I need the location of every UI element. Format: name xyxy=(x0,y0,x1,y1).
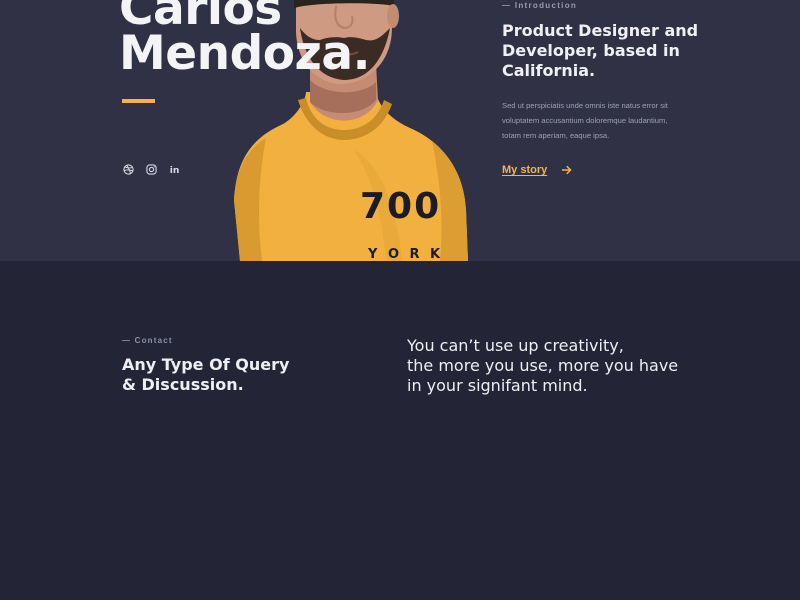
instagram-icon xyxy=(146,163,157,175)
my-story-link[interactable]: My story xyxy=(502,164,572,176)
hero-name-last: Mendoza. xyxy=(119,26,370,81)
quote-line: You can’t use up creativity, xyxy=(407,336,624,355)
social-links: in xyxy=(122,162,181,176)
arrow-right-icon xyxy=(562,165,572,175)
svg-text:700: 700 xyxy=(360,186,441,227)
linkedin-link[interactable]: in xyxy=(168,162,181,176)
intro-headline: Product Designer and Developer, based in… xyxy=(502,21,699,80)
contact-eyebrow: — Contact xyxy=(122,336,173,345)
my-story-label: My story xyxy=(502,164,548,176)
name-accent-bar xyxy=(122,99,155,103)
linkedin-icon: in xyxy=(170,165,180,175)
dribbble-icon xyxy=(123,163,134,175)
hero-section: Carlos Mendoza. in 700 Y O R K — Introdu… xyxy=(0,0,800,261)
quote-line: in your signifant mind. xyxy=(407,376,588,395)
svg-text:in: in xyxy=(170,165,180,175)
hero-name: Carlos Mendoza. xyxy=(119,0,370,81)
dribbble-link[interactable] xyxy=(122,162,135,176)
creativity-quote: You can’t use up creativity, the more yo… xyxy=(407,336,707,396)
intro-eyebrow: — Introduction xyxy=(502,1,578,10)
intro-body: Sed ut perspiciatis unde omnis iste natu… xyxy=(502,101,668,140)
quote-line: the more you use, more you have xyxy=(407,356,679,375)
contact-heading-line: & Discussion. xyxy=(122,375,244,394)
instagram-link[interactable] xyxy=(145,162,158,176)
svg-text:Y O R K: Y O R K xyxy=(367,247,443,261)
contact-heading-line: Any Type Of Query xyxy=(122,355,290,374)
contact-heading: Any Type Of Query & Discussion. xyxy=(122,355,342,395)
